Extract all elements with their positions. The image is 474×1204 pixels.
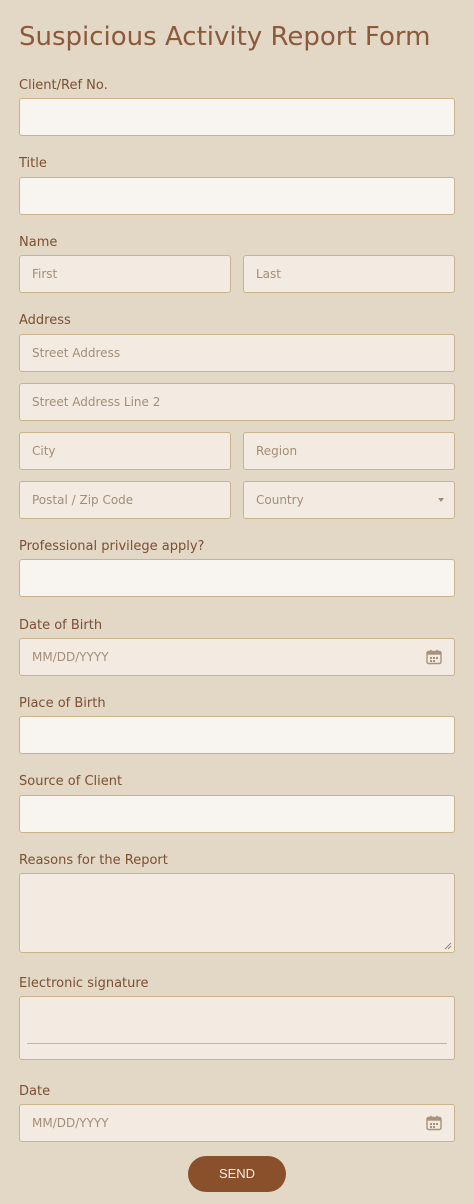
- street-address-placeholder: Street Address: [32, 346, 121, 360]
- street-address-line2-placeholder: Street Address Line 2: [32, 395, 161, 409]
- street-address-line2-input[interactable]: Street Address Line 2: [19, 383, 455, 421]
- dob-input[interactable]: MM/DD/YYYY: [19, 638, 455, 676]
- city-placeholder: City: [32, 444, 56, 458]
- source-input[interactable]: [19, 795, 455, 833]
- title-input[interactable]: [19, 177, 455, 215]
- street-address-input[interactable]: Street Address: [19, 334, 455, 372]
- resize-handle-icon[interactable]: [444, 942, 452, 950]
- country-placeholder: Country: [256, 493, 304, 507]
- client-ref-label: Client/Ref No.: [19, 78, 108, 93]
- form-title: Suspicious Activity Report Form: [19, 22, 431, 52]
- date-input[interactable]: MM/DD/YYYY: [19, 1104, 455, 1142]
- reasons-textarea[interactable]: [19, 873, 455, 953]
- chevron-down-icon: [438, 498, 444, 502]
- name-label: Name: [19, 235, 58, 250]
- privilege-label: Professional privilege apply?: [19, 539, 205, 554]
- calendar-icon[interactable]: [426, 649, 442, 665]
- last-name-placeholder: Last: [256, 267, 281, 281]
- signature-line: [27, 1043, 447, 1044]
- region-placeholder: Region: [256, 444, 298, 458]
- signature-label: Electronic signature: [19, 976, 149, 991]
- source-label: Source of Client: [19, 774, 123, 789]
- region-input[interactable]: Region: [243, 432, 455, 470]
- date-placeholder: MM/DD/YYYY: [32, 1116, 109, 1130]
- postal-code-placeholder: Postal / Zip Code: [32, 493, 134, 507]
- city-input[interactable]: City: [19, 432, 231, 470]
- reasons-label: Reasons for the Report: [19, 853, 168, 868]
- calendar-icon[interactable]: [426, 1115, 442, 1131]
- privilege-input[interactable]: [19, 559, 455, 597]
- first-name-input[interactable]: First: [19, 255, 231, 293]
- country-select[interactable]: Country: [243, 481, 455, 519]
- send-button[interactable]: SEND: [188, 1156, 286, 1192]
- dob-placeholder: MM/DD/YYYY: [32, 650, 109, 664]
- client-ref-input[interactable]: [19, 98, 455, 136]
- signature-pad[interactable]: [19, 996, 455, 1060]
- address-label: Address: [19, 313, 71, 328]
- postal-code-input[interactable]: Postal / Zip Code: [19, 481, 231, 519]
- pob-label: Place of Birth: [19, 696, 106, 711]
- dob-label: Date of Birth: [19, 618, 103, 633]
- title-label: Title: [19, 156, 47, 171]
- first-name-placeholder: First: [32, 267, 58, 281]
- pob-input[interactable]: [19, 716, 455, 754]
- last-name-input[interactable]: Last: [243, 255, 455, 293]
- date-label: Date: [19, 1084, 51, 1099]
